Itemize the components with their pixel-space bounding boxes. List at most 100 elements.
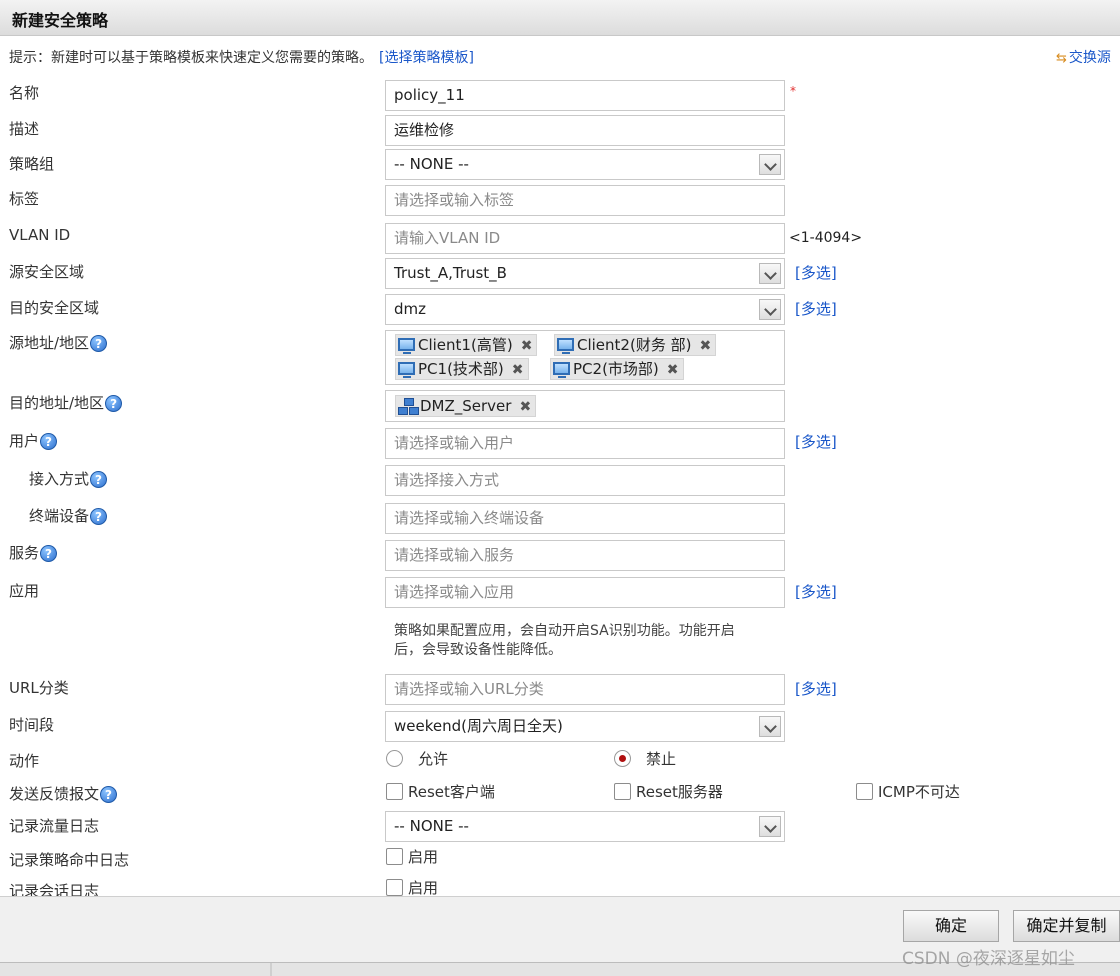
src-zone-multi-link[interactable]: [多选] — [795, 262, 837, 283]
application-input[interactable]: 请选择或输入应用 — [385, 577, 785, 608]
remove-icon[interactable]: ✖ — [512, 362, 524, 378]
remove-icon[interactable]: ✖ — [519, 399, 531, 415]
exchange-label: 交换源 — [1068, 50, 1111, 66]
dialog-title: 新建安全策略 — [12, 11, 109, 30]
label-url: URL分类 — [9, 679, 69, 697]
action-deny-radio[interactable] — [614, 750, 631, 767]
traffic-log-select[interactable]: -- NONE -- — [385, 811, 785, 842]
label-feedback: 发送反馈报文? — [9, 783, 118, 804]
dst-addr-tag: DMZ_Server ✖ — [395, 395, 537, 417]
dst-addr-tagbox[interactable]: DMZ_Server ✖ — [385, 390, 785, 422]
remove-icon[interactable]: ✖ — [667, 362, 679, 378]
chevron-down-icon[interactable] — [759, 154, 781, 175]
chevron-down-icon[interactable] — [759, 263, 781, 284]
url-multi-link[interactable]: [多选] — [795, 678, 837, 699]
help-icon[interactable]: ? — [100, 786, 118, 803]
required-mark: * — [790, 84, 796, 98]
tag-label: DMZ_Server — [420, 397, 512, 415]
label-policy-group: 策略组 — [9, 155, 55, 173]
session-log-checkbox[interactable] — [386, 879, 403, 896]
action-allow-radio[interactable] — [386, 750, 403, 767]
help-icon[interactable]: ? — [40, 433, 58, 450]
src-addr-tag: Client2(财务 部) ✖ — [554, 334, 717, 356]
action-allow-label: 允许 — [418, 750, 449, 768]
label-action: 动作 — [9, 752, 40, 770]
src-addr-tag: Client1(高管) ✖ — [395, 334, 538, 356]
remove-icon[interactable]: ✖ — [521, 338, 533, 354]
tag-label: PC1(技术部) — [418, 360, 504, 378]
reset-server-checkbox[interactable] — [614, 783, 631, 800]
vlan-input[interactable]: 请输入VLAN ID — [385, 223, 785, 254]
label-application: 应用 — [9, 582, 40, 600]
name-input[interactable]: policy_11 — [385, 80, 785, 111]
chevron-down-icon[interactable] — [759, 299, 781, 320]
dst-zone-multi-link[interactable]: [多选] — [795, 298, 837, 319]
terminal-input[interactable]: 请选择或输入终端设备 — [385, 503, 785, 534]
help-icon[interactable]: ? — [90, 471, 108, 488]
application-note-line: 后，会导致设备性能降低。 — [394, 642, 562, 658]
label-dst-addr-text: 目的地址/地区 — [9, 394, 105, 412]
remove-icon[interactable]: ✖ — [699, 338, 711, 354]
src-addr-tag: PC2(市场部) ✖ — [550, 358, 684, 380]
select-template-link[interactable]: [选择策略模板] — [379, 50, 474, 66]
label-dst-zone: 目的安全区域 — [9, 299, 100, 317]
tags-input[interactable]: 请选择或输入标签 — [385, 185, 785, 216]
icmp-checkbox[interactable] — [856, 783, 873, 800]
help-icon[interactable]: ? — [90, 508, 108, 525]
hint-text: 提示：新建时可以基于策略模板来快速定义您需要的策略。 — [9, 50, 373, 66]
session-log-enable-label: 启用 — [408, 879, 439, 896]
src-zone-select[interactable]: Trust_A,Trust_B — [385, 258, 785, 289]
label-time: 时间段 — [9, 716, 55, 734]
label-tags: 标签 — [9, 190, 40, 208]
access-input[interactable]: 请选择接入方式 — [385, 465, 785, 496]
action-deny-label: 禁止 — [646, 750, 677, 768]
reset-client-checkbox[interactable] — [386, 783, 403, 800]
ok-button[interactable]: 确定 — [903, 910, 999, 942]
service-input[interactable]: 请选择或输入服务 — [385, 540, 785, 571]
help-icon[interactable]: ? — [40, 545, 58, 562]
help-icon[interactable]: ? — [105, 395, 123, 412]
help-icon[interactable]: ? — [90, 335, 108, 352]
hit-log-checkbox[interactable] — [386, 848, 403, 865]
label-user-text: 用户 — [9, 432, 40, 450]
computer-icon — [398, 338, 415, 354]
label-vlan: VLAN ID — [9, 226, 71, 244]
user-input[interactable]: 请选择或输入用户 — [385, 428, 785, 459]
application-multi-link[interactable]: [多选] — [795, 581, 837, 602]
bottom-divider — [270, 963, 272, 976]
label-name: 名称 — [9, 84, 40, 102]
reset-server-label: Reset服务器 — [636, 783, 723, 801]
dst-zone-select[interactable]: dmz — [385, 294, 785, 325]
computer-icon — [557, 338, 574, 354]
dst-zone-value: dmz — [394, 300, 427, 318]
label-feedback-text: 发送反馈报文 — [9, 785, 100, 803]
network-icon — [398, 398, 419, 415]
label-session-log: 记录会话日志 — [9, 882, 100, 896]
hit-log-enable-label: 启用 — [408, 848, 439, 866]
policy-group-value: -- NONE -- — [394, 155, 469, 173]
application-note: 策略如果配置应用，会自动开启SA识别功能。功能开启 后，会导致设备性能降低。 — [394, 622, 804, 660]
exchange-icon: ⇆ — [1056, 51, 1067, 66]
label-traffic-log: 记录流量日志 — [9, 817, 100, 835]
policy-group-select[interactable]: -- NONE -- — [385, 149, 785, 180]
chevron-down-icon[interactable] — [759, 816, 781, 837]
description-input[interactable]: 运维检修 — [385, 115, 785, 146]
label-src-zone: 源安全区域 — [9, 263, 85, 281]
src-addr-tagbox[interactable]: Client1(高管) ✖ Client2(财务 部) ✖ PC1(技术部) ✖ PC… — [385, 330, 785, 385]
icmp-label: ICMP不可达 — [878, 783, 960, 801]
time-select[interactable]: weekend(周六周日全天) — [385, 711, 785, 742]
vlan-range: <1-4094> — [789, 230, 863, 246]
hint-bar: 提示：新建时可以基于策略模板来快速定义您需要的策略。 [选择策略模板] — [9, 47, 474, 67]
chevron-down-icon[interactable] — [759, 716, 781, 737]
label-src-addr: 源地址/地区? — [9, 332, 108, 353]
exchange-link[interactable]: ⇆ 交换源 — [1056, 47, 1111, 67]
src-zone-value: Trust_A,Trust_B — [394, 264, 507, 282]
ok-copy-button[interactable]: 确定并复制 — [1013, 910, 1120, 942]
tag-label: PC2(市场部) — [573, 360, 659, 378]
src-addr-tag: PC1(技术部) ✖ — [395, 358, 529, 380]
label-hit-log: 记录策略命中日志 — [9, 851, 130, 869]
traffic-log-value: -- NONE -- — [394, 817, 469, 835]
url-input[interactable]: 请选择或输入URL分类 — [385, 674, 785, 705]
computer-icon — [398, 362, 415, 378]
user-multi-link[interactable]: [多选] — [795, 431, 837, 452]
